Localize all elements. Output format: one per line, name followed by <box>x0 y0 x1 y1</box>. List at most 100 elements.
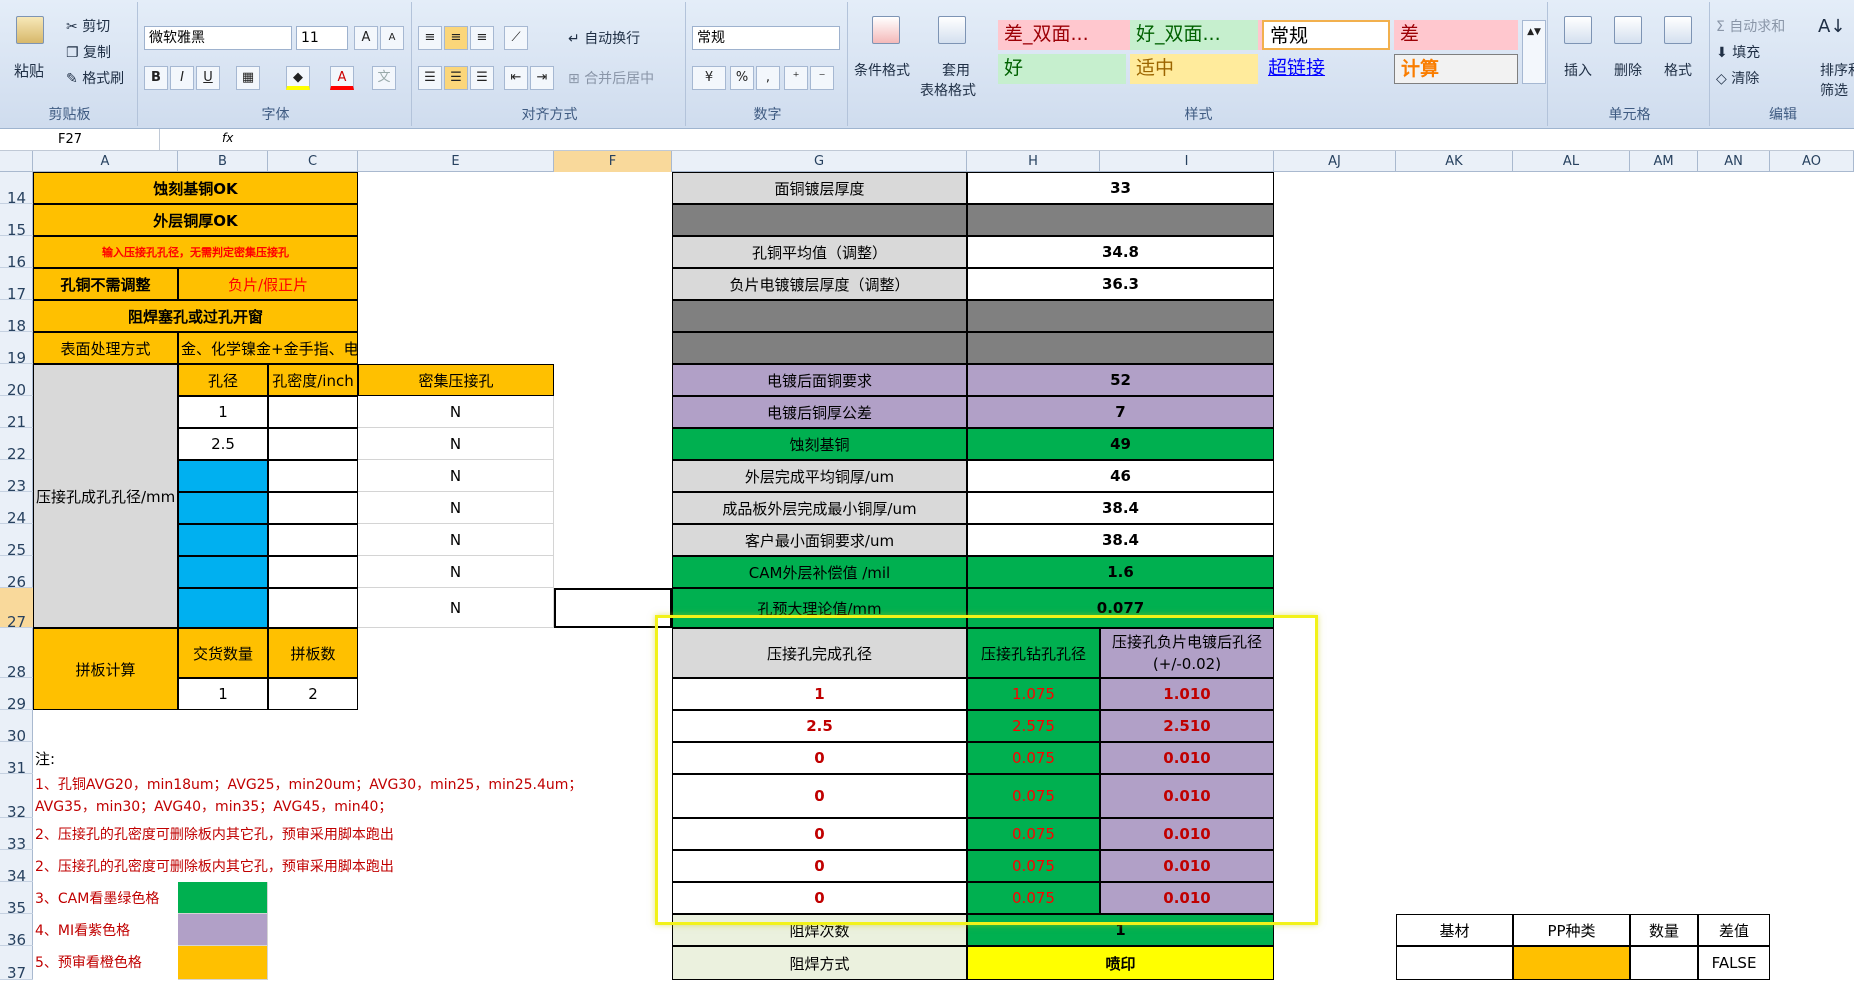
cell-b26[interactable] <box>178 556 268 588</box>
col-header-aj[interactable]: AJ <box>1274 151 1396 172</box>
param-label[interactable]: 成品板外层完成最小铜厚/um <box>672 492 967 524</box>
increase-decimal-icon[interactable]: ⁺ <box>784 66 808 90</box>
style-good-double[interactable]: 好_双面... <box>1130 20 1258 50</box>
fx-icon[interactable]: fx <box>222 131 233 145</box>
param-label[interactable]: 外层完成平均铜厚/um <box>672 460 967 492</box>
select-all-corner[interactable] <box>0 151 33 172</box>
press-plated-cell[interactable]: 1.010 <box>1100 678 1274 710</box>
press-drill-cell[interactable]: 0.075 <box>967 742 1100 774</box>
solder-method-value[interactable]: 喷印 <box>967 946 1274 980</box>
cell-b17[interactable]: 负片/假正片 <box>178 268 358 300</box>
insert-button[interactable]: 插入 <box>1564 60 1592 80</box>
row-header[interactable]: 24 <box>0 492 33 527</box>
conditional-format-button[interactable]: 条件格式 <box>854 60 910 80</box>
right-header-diff[interactable]: 差值 <box>1698 914 1770 946</box>
press-plated-cell[interactable]: 0.010 <box>1100 882 1274 914</box>
param-value[interactable]: 0.077 <box>967 588 1274 628</box>
param-value[interactable]: 1.6 <box>967 556 1274 588</box>
row-header[interactable]: 15 <box>0 204 33 239</box>
cell-a19[interactable]: 表面处理方式 <box>33 332 178 364</box>
row-header[interactable]: 19 <box>0 332 33 367</box>
percent-button[interactable]: % <box>730 66 754 90</box>
row-header[interactable]: 34 <box>0 850 33 885</box>
param-value-blank[interactable] <box>967 332 1274 364</box>
currency-icon[interactable]: ¥ <box>692 66 726 90</box>
press-drill-cell[interactable]: 0.075 <box>967 818 1100 850</box>
param-label[interactable]: 孔预大理论值/mm <box>672 588 967 628</box>
col-header-al[interactable]: AL <box>1513 151 1630 172</box>
param-label[interactable]: 孔铜平均值（调整） <box>672 236 967 268</box>
bold-button[interactable]: B <box>144 66 168 90</box>
press-finished-cell[interactable]: 0 <box>672 742 967 774</box>
align-center-icon[interactable]: ☰ <box>444 66 468 90</box>
cell-c27[interactable] <box>268 588 358 628</box>
row-header[interactable]: 31 <box>0 742 33 777</box>
param-value[interactable]: 33 <box>967 172 1274 204</box>
param-value[interactable]: 52 <box>967 364 1274 396</box>
press-finished-cell[interactable]: 1 <box>672 678 967 710</box>
cell-b19[interactable]: 金、化学镍金+金手指、电 <box>178 332 358 364</box>
press-header-plated[interactable]: 压接孔负片电镀后孔径 (+/-0.02) <box>1100 628 1274 678</box>
selected-cell-f27[interactable] <box>554 588 672 628</box>
press-finished-cell[interactable]: 0 <box>672 882 967 914</box>
cell-e22[interactable]: N <box>358 428 554 460</box>
row-header[interactable]: 20 <box>0 364 33 399</box>
paste-button[interactable]: 粘贴 <box>14 60 44 81</box>
press-plated-cell[interactable]: 0.010 <box>1100 742 1274 774</box>
col-header-e[interactable]: E <box>358 151 554 172</box>
press-drill-cell[interactable]: 2.575 <box>967 710 1100 742</box>
row-header[interactable]: 22 <box>0 428 33 463</box>
cell-e27[interactable]: N <box>358 588 554 628</box>
press-drill-cell[interactable]: 0.075 <box>967 850 1100 882</box>
autosum-button[interactable]: Σ 自动求和 <box>1716 16 1785 36</box>
press-header-finished[interactable]: 压接孔完成孔径 <box>672 628 967 678</box>
param-value-blank[interactable] <box>967 204 1274 236</box>
param-label-blank[interactable] <box>672 204 967 236</box>
row-header[interactable]: 21 <box>0 396 33 431</box>
cell-c25[interactable] <box>268 524 358 556</box>
align-middle-icon[interactable]: ≡ <box>444 26 468 50</box>
format-button[interactable]: 格式 <box>1664 60 1692 80</box>
cell-a14[interactable]: 蚀刻基铜OK <box>33 172 358 204</box>
param-label[interactable]: 电镀后铜厚公差 <box>672 396 967 428</box>
cell-c22[interactable] <box>268 428 358 460</box>
cell-e23[interactable]: N <box>358 460 554 492</box>
cell-c26[interactable] <box>268 556 358 588</box>
row-header[interactable]: 30 <box>0 710 33 745</box>
param-label-blank[interactable] <box>672 332 967 364</box>
cell-b29[interactable]: 1 <box>178 678 268 710</box>
press-finished-cell[interactable]: 0 <box>672 818 967 850</box>
press-plated-cell[interactable]: 0.010 <box>1100 850 1274 882</box>
row-header[interactable]: 27 <box>0 588 33 631</box>
press-plated-cell[interactable]: 0.010 <box>1100 818 1274 850</box>
param-value[interactable]: 34.8 <box>967 236 1274 268</box>
delete-button[interactable]: 删除 <box>1614 60 1642 80</box>
right-header-pp[interactable]: PP种类 <box>1513 914 1630 946</box>
comma-button[interactable]: , <box>756 66 780 90</box>
number-format-select[interactable]: 常规 <box>692 26 840 50</box>
param-label[interactable]: 负片电镀镀层厚度（调整） <box>672 268 967 300</box>
param-label[interactable]: 蚀刻基铜 <box>672 428 967 460</box>
row-header[interactable]: 14 <box>0 172 33 207</box>
cell-e24[interactable]: N <box>358 492 554 524</box>
cell-b28[interactable]: 交货数量 <box>178 628 268 678</box>
row-header[interactable]: 29 <box>0 678 33 713</box>
sort-filter-line2[interactable]: 筛选 <box>1820 80 1848 100</box>
wrap-text-button[interactable]: ↵ 自动换行 <box>568 28 640 48</box>
style-good[interactable]: 好 <box>998 54 1126 84</box>
row-header[interactable]: 28 <box>0 628 33 681</box>
format-painter-button[interactable]: ✎ 格式刷 <box>66 68 124 88</box>
param-label[interactable]: 面铜镀层厚度 <box>672 172 967 204</box>
param-label[interactable]: 电镀后面铜要求 <box>672 364 967 396</box>
cell-c21[interactable] <box>268 396 358 428</box>
styles-scroll-icon[interactable]: ▲▼ <box>1522 20 1546 84</box>
font-size-select[interactable]: 11 <box>296 26 348 50</box>
indent-decrease-icon[interactable]: ⇤ <box>504 66 528 90</box>
row-header[interactable]: 18 <box>0 300 33 335</box>
cell-c20[interactable]: 孔密度/inch <box>268 364 358 396</box>
row-header[interactable]: 35 <box>0 882 33 917</box>
shrink-font-button[interactable]: A <box>380 26 404 50</box>
press-drill-cell[interactable]: 0.075 <box>967 774 1100 818</box>
clear-button[interactable]: ◇ 清除 <box>1716 68 1759 88</box>
italic-button[interactable]: I <box>170 66 194 90</box>
